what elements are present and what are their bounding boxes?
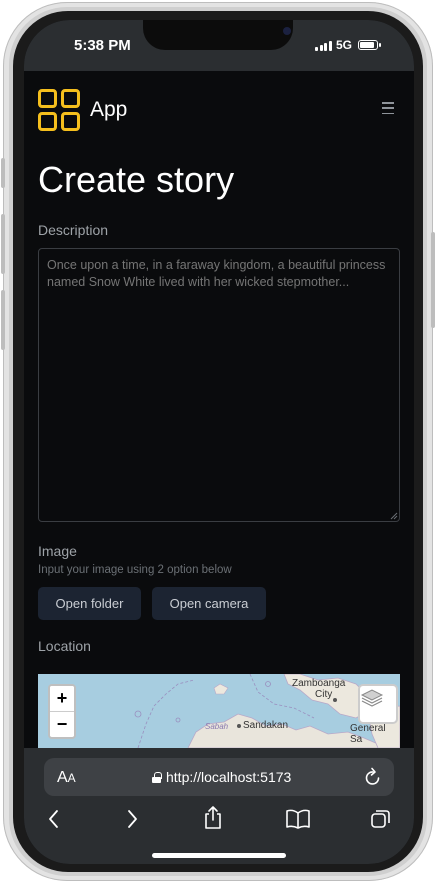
hamburger-menu-icon[interactable] — [382, 102, 394, 114]
zoom-out-button[interactable]: − — [50, 711, 74, 736]
image-label: Image — [38, 543, 77, 559]
status-time: 5:38 PM — [74, 37, 131, 54]
front-camera — [283, 27, 291, 35]
description-label: Description — [38, 222, 109, 238]
location-label: Location — [38, 638, 91, 654]
silent-switch — [1, 158, 5, 188]
resize-grip-icon[interactable] — [390, 512, 398, 520]
forward-icon[interactable] — [125, 808, 139, 830]
notch — [143, 20, 293, 50]
browser-toolbar: AA http://localhost:5173 — [24, 748, 414, 864]
tabs-icon[interactable] — [370, 808, 392, 830]
volume-down-button — [1, 290, 5, 350]
power-button — [431, 232, 435, 328]
location-map[interactable]: Zamboanga City Sabah Sandakan General Sa… — [38, 674, 400, 748]
map-label: Sabah — [205, 722, 229, 731]
back-icon[interactable] — [47, 808, 61, 830]
aa-big: A — [57, 769, 68, 786]
url-text: http://localhost:5173 — [166, 769, 292, 785]
grid-logo-icon[interactable] — [38, 89, 80, 131]
map-label: City — [315, 689, 333, 700]
status-indicators: 5G — [315, 38, 381, 52]
battery-icon — [358, 40, 381, 50]
map-label: Zamboanga — [292, 678, 346, 689]
map-label: General Sa — [350, 723, 386, 745]
url-display[interactable]: http://localhost:5173 — [152, 769, 291, 785]
reload-icon[interactable] — [364, 767, 382, 787]
network-label: 5G — [335, 38, 352, 52]
open-camera-button[interactable]: Open camera — [152, 587, 266, 620]
page-title: Create story — [38, 159, 235, 200]
lock-icon — [152, 771, 162, 783]
reader-settings-button[interactable]: AA — [57, 769, 76, 787]
layers-icon — [360, 689, 384, 707]
map-tiles — [38, 674, 400, 748]
app-header: App — [38, 88, 400, 132]
status-bar: 5:38 PM 5G — [24, 20, 414, 71]
map-zoom-control: + − — [48, 684, 76, 739]
bookmarks-icon[interactable] — [285, 808, 311, 830]
browser-nav-toolbar — [24, 805, 414, 838]
share-icon[interactable] — [202, 805, 224, 831]
zoom-in-button[interactable]: + — [50, 686, 74, 711]
map-label: Sandakan — [243, 720, 289, 731]
address-bar[interactable]: AA http://localhost:5173 — [44, 758, 394, 796]
aa-small: A — [67, 771, 76, 785]
description-textarea[interactable] — [38, 248, 400, 522]
volume-up-button — [1, 214, 5, 274]
screen: 5:38 PM 5G App Create story Description … — [24, 20, 414, 864]
open-folder-button[interactable]: Open folder — [38, 587, 141, 620]
image-hint: Input your image using 2 option below — [38, 564, 232, 576]
app-title[interactable]: App — [90, 98, 127, 122]
signal-icon — [315, 40, 332, 51]
map-layers-button[interactable] — [358, 684, 398, 724]
home-indicator[interactable] — [152, 853, 286, 858]
